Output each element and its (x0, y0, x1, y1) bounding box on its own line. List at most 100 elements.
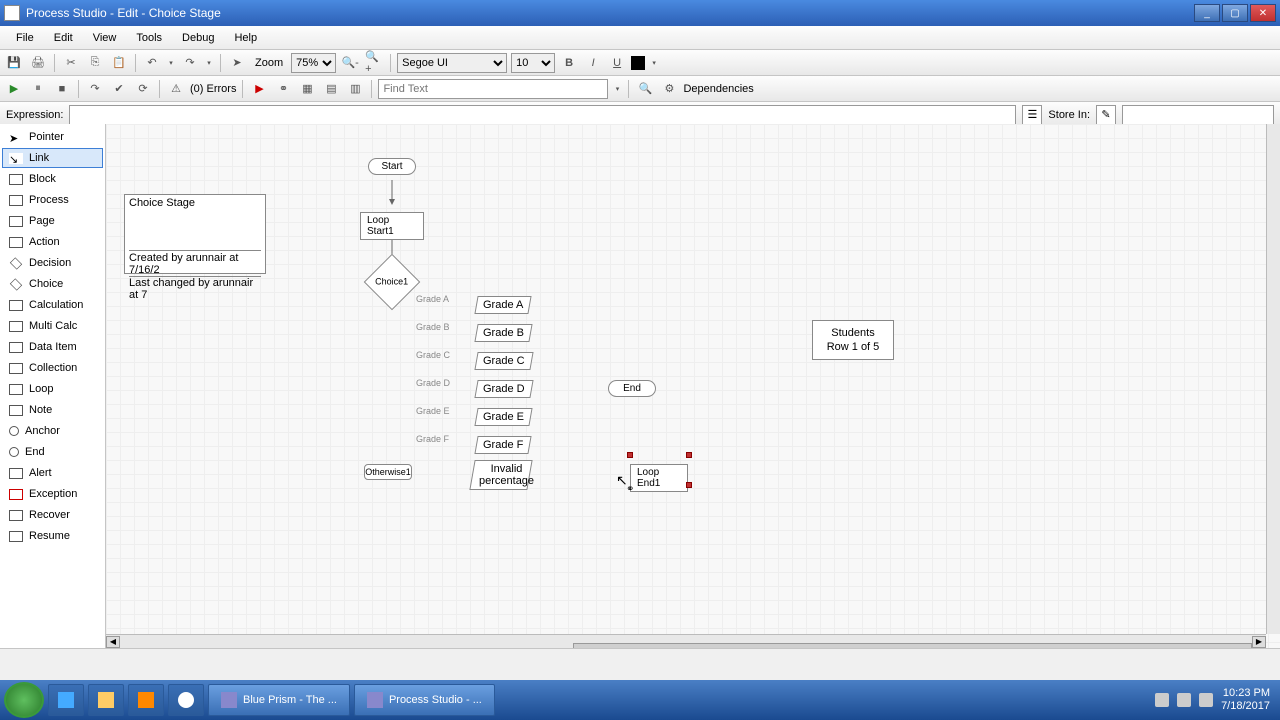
tool-action[interactable]: Action (2, 232, 103, 252)
selection-handle[interactable] (686, 452, 692, 458)
taskbar-item-blueprism[interactable]: Blue Prism - The ... (208, 684, 350, 716)
find-dropdown-icon[interactable]: ▾ (612, 79, 622, 99)
tray-flag-icon[interactable] (1155, 693, 1169, 707)
node-students-collection[interactable]: Students Row 1 of 5 (812, 320, 894, 360)
expression-picker-icon[interactable]: ☰ (1022, 105, 1042, 125)
maximize-button[interactable]: ▢ (1222, 4, 1248, 22)
node-grade-d[interactable]: Grade D (474, 380, 533, 398)
tool-collection[interactable]: Collection (2, 358, 103, 378)
node-otherwise[interactable]: Otherwise1 (364, 464, 412, 480)
selection-handle[interactable] (627, 452, 633, 458)
tool-process[interactable]: Process (2, 190, 103, 210)
taskbar-chrome-icon[interactable] (168, 684, 204, 716)
zoom-select[interactable]: 75% (291, 53, 336, 73)
menu-edit[interactable]: Edit (46, 29, 81, 47)
scroll-right-icon[interactable]: ▶ (1252, 636, 1266, 648)
tool-alert[interactable]: Alert (2, 463, 103, 483)
italic-icon[interactable]: I (583, 53, 603, 73)
tool-calculation[interactable]: Calculation (2, 295, 103, 315)
minimize-button[interactable]: _ (1194, 4, 1220, 22)
expression-input[interactable] (69, 105, 1016, 125)
cursor-icon[interactable]: ➤ (227, 53, 247, 73)
font-color-dropdown-icon[interactable]: ▾ (649, 53, 659, 73)
horizontal-scrollbar[interactable]: ◀ ▶ (106, 634, 1266, 648)
scroll-left-icon[interactable]: ◀ (106, 636, 120, 648)
font-size-select[interactable]: 10 (511, 53, 555, 73)
paste-icon[interactable]: 📋 (109, 53, 129, 73)
tool-recover[interactable]: Recover (2, 505, 103, 525)
menu-help[interactable]: Help (226, 29, 265, 47)
tool-page[interactable]: Page (2, 211, 103, 231)
tool-data-item[interactable]: Data Item (2, 337, 103, 357)
validate-icon[interactable]: ✔ (109, 79, 129, 99)
tool-decision[interactable]: Decision (2, 253, 103, 273)
node-grade-f[interactable]: Grade F (474, 436, 532, 454)
node-choice[interactable]: Choice1 (364, 254, 421, 311)
taskbar-media-icon[interactable] (128, 684, 164, 716)
tool-note[interactable]: Note (2, 400, 103, 420)
link-icon[interactable]: ⚭ (273, 79, 293, 99)
find-text-input[interactable] (378, 79, 608, 99)
run-icon[interactable]: ▶ (4, 79, 24, 99)
save-icon[interactable]: 💾 (4, 53, 24, 73)
start-button[interactable] (4, 682, 44, 718)
errors-icon[interactable]: ⚠ (166, 79, 186, 99)
network-icon[interactable]: ⚙ (659, 79, 679, 99)
selection-handle[interactable] (686, 482, 692, 488)
step-icon[interactable]: ↷ (85, 79, 105, 99)
align-icon[interactable]: ▤ (321, 79, 341, 99)
errors-label[interactable]: (0) Errors (190, 83, 236, 95)
tool-link[interactable]: ↘Link (2, 148, 103, 168)
tray-network-icon[interactable] (1177, 693, 1191, 707)
vertical-scrollbar[interactable] (1266, 124, 1280, 634)
close-button[interactable]: ✕ (1250, 4, 1276, 22)
tool-multi-calc[interactable]: Multi Calc (2, 316, 103, 336)
node-loop-end[interactable]: Loop End1 (630, 464, 688, 492)
taskbar-ie-icon[interactable] (48, 684, 84, 716)
font-select[interactable]: Segoe UI (397, 53, 507, 73)
copy-icon[interactable]: ⎘ (85, 53, 105, 73)
tool-end[interactable]: End (2, 442, 103, 462)
canvas[interactable]: Choice Stage Created by arunnair at 7/16… (106, 124, 1280, 648)
store-in-input[interactable] (1122, 105, 1274, 125)
bold-icon[interactable]: B (559, 53, 579, 73)
tool-choice[interactable]: Choice (2, 274, 103, 294)
menu-file[interactable]: File (8, 29, 42, 47)
node-end[interactable]: End (608, 380, 656, 397)
info-box[interactable]: Choice Stage Created by arunnair at 7/16… (124, 194, 266, 274)
search-icon[interactable]: 🔍 (635, 79, 655, 99)
menu-debug[interactable]: Debug (174, 29, 222, 47)
menu-tools[interactable]: Tools (128, 29, 170, 47)
node-grade-e[interactable]: Grade E (474, 408, 532, 426)
tool-block[interactable]: Block (2, 169, 103, 189)
cut-icon[interactable]: ✂ (61, 53, 81, 73)
stop-icon[interactable]: ■ (52, 79, 72, 99)
node-invalid[interactable]: Invalid percentage (469, 460, 532, 490)
print-icon[interactable]: 🖨 (28, 53, 48, 73)
refresh-icon[interactable]: ⟳ (133, 79, 153, 99)
zoom-out-icon[interactable]: 🔍- (340, 53, 360, 73)
grid-icon[interactable]: ▦ (297, 79, 317, 99)
tool-pointer[interactable]: ➤Pointer (2, 127, 103, 147)
breakpoint-icon[interactable]: ▶ (249, 79, 269, 99)
underline-icon[interactable]: U (607, 53, 627, 73)
redo-icon[interactable]: ↷ (180, 53, 200, 73)
tool-loop[interactable]: Loop (2, 379, 103, 399)
tray-volume-icon[interactable] (1199, 693, 1213, 707)
node-grade-c[interactable]: Grade C (474, 352, 533, 370)
zoom-in-icon[interactable]: 🔍+ (364, 53, 384, 73)
tool-anchor[interactable]: Anchor (2, 421, 103, 441)
tray-clock[interactable]: 10:23 PM 7/18/2017 (1221, 687, 1270, 713)
undo-dropdown-icon[interactable]: ▾ (166, 53, 176, 73)
store-in-picker-icon[interactable]: ✎ (1096, 105, 1116, 125)
node-start[interactable]: Start (368, 158, 416, 175)
taskbar-explorer-icon[interactable] (88, 684, 124, 716)
redo-dropdown-icon[interactable]: ▾ (204, 53, 214, 73)
node-loop-start[interactable]: Loop Start1 (360, 212, 424, 240)
tool-resume[interactable]: Resume (2, 526, 103, 546)
undo-icon[interactable]: ↶ (142, 53, 162, 73)
tool-exception[interactable]: Exception (2, 484, 103, 504)
spacing-icon[interactable]: ▥ (345, 79, 365, 99)
node-grade-a[interactable]: Grade A (474, 296, 532, 314)
pause-icon[interactable]: ⏸ (28, 79, 48, 99)
